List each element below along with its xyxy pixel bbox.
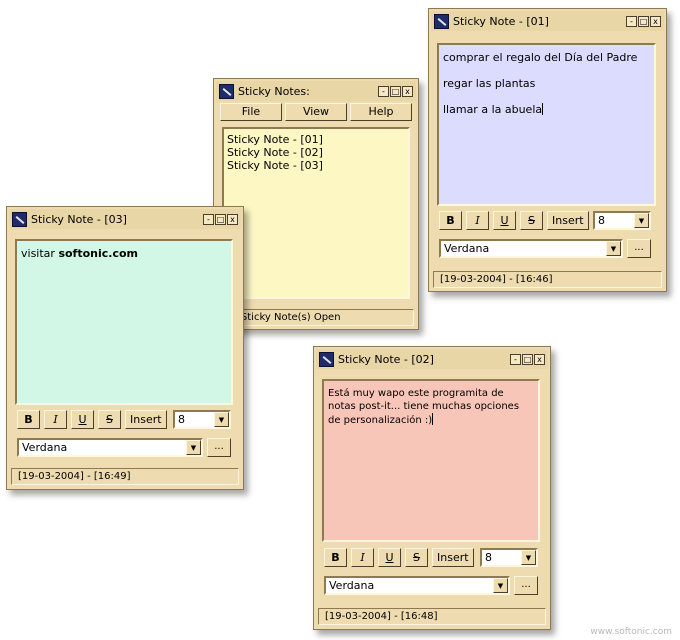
note-line: llamar a la abuela [443, 103, 543, 116]
font-name-select[interactable]: Verdana ▼ [17, 438, 203, 457]
maximize-icon[interactable]: □ [638, 15, 649, 27]
font-more-button[interactable]: ... [514, 576, 538, 595]
insert-button[interactable]: Insert [432, 548, 474, 567]
font-size-select[interactable]: 8 ▼ [173, 410, 231, 429]
menu-file[interactable]: File [220, 103, 282, 121]
chevron-down-icon[interactable]: ▼ [493, 578, 508, 593]
list-item-note-02[interactable]: Sticky Note - [02] [227, 146, 405, 159]
app-icon [434, 13, 449, 29]
minimize-icon[interactable]: - [203, 213, 214, 225]
note-line: regar las plantas [443, 77, 536, 90]
underline-button[interactable]: U [378, 548, 401, 567]
sticky-note-01-window: Sticky Note - [01] - □ x comprar el rega… [428, 8, 667, 292]
app-icon [219, 83, 234, 99]
status-bar: [19-03-2004] - [16:48] [318, 608, 546, 625]
note-line-with-caret: llamar a la abuela [443, 103, 650, 116]
title-bar[interactable]: Sticky Note - [01] - □ x [431, 11, 664, 31]
note-text: Está muy wapo este programita de notas p… [328, 388, 520, 426]
note-text-area[interactable]: visitar softonic.com [15, 239, 233, 405]
bold-button[interactable]: B [17, 410, 40, 429]
italic-button[interactable]: I [44, 410, 67, 429]
close-icon[interactable]: x [227, 213, 238, 225]
font-name-select[interactable]: Verdana ▼ [439, 239, 623, 258]
note-text-area[interactable]: comprar el regalo del Día del Padre rega… [437, 43, 656, 206]
bold-button[interactable]: B [324, 548, 347, 567]
chevron-down-icon[interactable]: ▼ [634, 213, 649, 228]
menu-bar: File View Help [220, 103, 412, 121]
app-icon [12, 211, 27, 227]
font-more-button[interactable]: ... [207, 438, 231, 457]
status-bar: [19-03-2004] - [16:46] [433, 271, 662, 288]
note-link-text: softonic.com [58, 247, 138, 260]
list-item-note-03[interactable]: Sticky Note - [03] [227, 159, 405, 172]
minimize-icon[interactable]: - [626, 15, 637, 27]
italic-button[interactable]: I [466, 211, 489, 230]
chevron-down-icon[interactable]: ▼ [606, 241, 621, 256]
chevron-down-icon[interactable]: ▼ [186, 440, 201, 455]
window-title: Sticky Note - [01] [453, 14, 549, 28]
font-name-value: Verdana [444, 242, 490, 255]
font-more-button[interactable]: ... [627, 239, 651, 258]
font-size-value: 8 [178, 413, 185, 426]
title-bar[interactable]: Sticky Note - [02] - □ x [316, 349, 548, 369]
insert-button[interactable]: Insert [125, 410, 167, 429]
close-icon[interactable]: x [402, 85, 413, 97]
window-title: Sticky Notes: [238, 84, 310, 98]
font-size-value: 8 [485, 551, 492, 564]
format-toolbar: B I U S Insert [17, 410, 167, 429]
font-name-select[interactable]: Verdana ▼ [324, 576, 510, 595]
close-icon[interactable]: x [650, 15, 661, 27]
note-text-area[interactable]: Está muy wapo este programita de notas p… [322, 379, 540, 542]
font-name-value: Verdana [22, 441, 68, 454]
font-size-select[interactable]: 8 ▼ [593, 211, 651, 230]
watermark: www.softonic.com [590, 627, 672, 637]
underline-button[interactable]: U [493, 211, 516, 230]
insert-button[interactable]: Insert [547, 211, 589, 230]
strikethrough-button[interactable]: S [405, 548, 428, 567]
font-name-value: Verdana [329, 579, 375, 592]
maximize-icon[interactable]: □ [522, 353, 533, 365]
maximize-icon[interactable]: □ [215, 213, 226, 225]
maximize-icon[interactable]: □ [390, 85, 401, 97]
app-icon [319, 351, 334, 367]
italic-button[interactable]: I [351, 548, 374, 567]
chevron-down-icon[interactable]: ▼ [521, 550, 536, 565]
window-title: Sticky Note - [03] [31, 212, 127, 226]
underline-button[interactable]: U [71, 410, 94, 429]
minimize-icon[interactable]: - [378, 85, 389, 97]
sticky-note-02-window: Sticky Note - [02] - □ x Está muy wapo e… [313, 346, 551, 630]
text-caret [432, 413, 434, 425]
strikethrough-button[interactable]: S [520, 211, 543, 230]
note-line: comprar el regalo del Día del Padre [443, 51, 638, 64]
bold-button[interactable]: B [439, 211, 462, 230]
menu-view[interactable]: View [285, 103, 347, 121]
window-title: Sticky Note - [02] [338, 352, 434, 366]
status-bar: [19-03-2004] - [16:49] [11, 468, 239, 485]
list-item-note-01[interactable]: Sticky Note - [01] [227, 133, 405, 146]
title-bar[interactable]: Sticky Note - [03] - □ x [9, 209, 241, 229]
note-text: visitar [21, 247, 59, 260]
notes-list[interactable]: Sticky Note - [01] Sticky Note - [02] St… [222, 127, 410, 299]
status-bar: 03 Sticky Note(s) Open [218, 309, 414, 326]
chevron-down-icon[interactable]: ▼ [214, 412, 229, 427]
minimize-icon[interactable]: - [510, 353, 521, 365]
font-size-select[interactable]: 8 ▼ [480, 548, 538, 567]
format-toolbar: B I U S Insert [324, 548, 474, 567]
close-icon[interactable]: x [534, 353, 545, 365]
title-bar[interactable]: Sticky Notes: - □ x [216, 81, 416, 101]
font-size-value: 8 [598, 214, 605, 227]
menu-help[interactable]: Help [350, 103, 412, 121]
sticky-note-03-window: Sticky Note - [03] - □ x visitar softoni… [6, 206, 244, 490]
text-caret [542, 103, 544, 115]
format-toolbar: B I U S Insert [439, 211, 589, 230]
strikethrough-button[interactable]: S [98, 410, 121, 429]
